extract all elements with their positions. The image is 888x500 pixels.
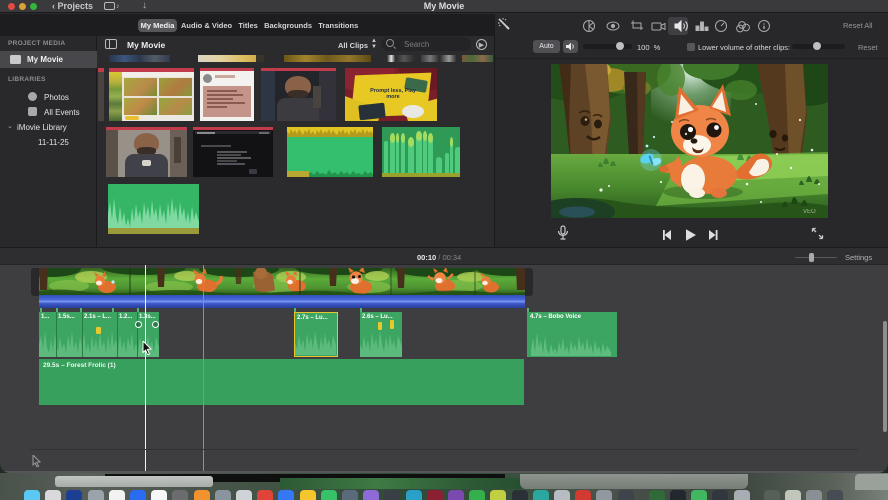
svg-text:VEO: VEO bbox=[803, 209, 816, 215]
